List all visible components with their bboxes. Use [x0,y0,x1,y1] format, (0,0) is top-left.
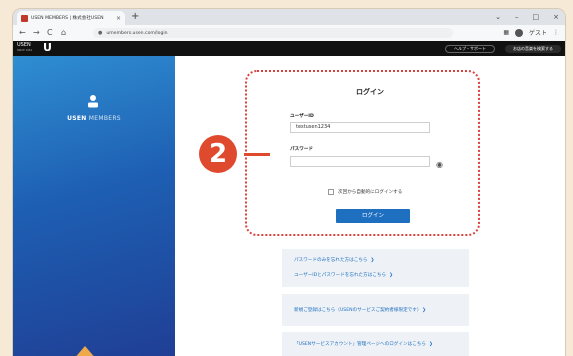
arrow-decoration-icon [73,346,97,356]
address-bar-row: ← → C ⌂ ● umembers.usen.com/login ▦ ゲスト … [13,25,565,42]
register-link[interactable]: 新規ご登録はこちら（USENのサービスご契約者様限定です） ❯ [294,307,426,313]
forgot-password-link[interactable]: パスワードのみを忘れた方はこちら ❯ [294,257,374,263]
brand-bold: USEN [67,115,87,122]
maximize-button[interactable]: □ [533,10,540,24]
profile-label[interactable]: ゲスト [529,28,547,37]
page-title: ログイン [356,88,384,96]
tab-title: USEN MEMBERS | 株式会社USEN [31,16,104,21]
forward-arrow-icon[interactable]: → [33,27,40,39]
home-icon[interactable]: ⌂ [61,27,66,39]
browser-tab[interactable]: USEN MEMBERS | 株式会社USEN × [17,11,125,25]
recovery-links-box [282,249,469,287]
new-tab-button[interactable]: + [131,10,139,24]
userid-label: ユーザーID [290,114,314,119]
chevron-right-icon: ❯ [428,342,433,347]
profile-avatar-icon[interactable] [514,28,523,37]
chevron-right-icon: ❯ [422,308,427,313]
music-search-button[interactable]: お店の音楽を検索する [505,45,561,53]
help-support-button[interactable]: ヘルプ・サポート [445,45,495,53]
usen-logo[interactable]: USEN SINCE 1961 [17,43,32,53]
window-controls: ⌄ – □ × [495,10,559,24]
left-brand-panel: USEN MEMBERS [13,56,175,356]
show-password-eye-icon[interactable]: ◉ [436,160,443,169]
forgot-password-text: パスワードのみを忘れた方はこちら [294,258,368,263]
login-button[interactable]: ログイン [336,209,410,223]
password-field[interactable] [290,156,430,167]
tab-strip: USEN MEMBERS | 株式会社USEN × + ⌄ – □ × [13,9,565,25]
url-input[interactable]: ● umembers.usen.com/login [93,28,453,38]
toolbar-right: ▦ ゲスト ⋮ [503,28,559,37]
u-logo-icon[interactable]: U [43,42,52,54]
menu-kebab-icon[interactable]: ⋮ [553,29,559,36]
tab-close-icon[interactable]: × [116,15,121,22]
back-arrow-icon[interactable]: ← [19,27,26,39]
forgot-both-text: ユーザーIDとパスワードを忘れた方はこちら [294,273,387,278]
register-text: 新規ご登録はこちら（USENのサービスご契約者様限定です） [294,308,420,313]
chevron-right-icon: ❯ [370,258,375,263]
callout-connector [244,153,270,156]
reload-icon[interactable]: C [47,27,53,39]
service-account-text: 「USENサービスアカウント」管理ページへのログインはこちら [294,342,426,347]
members-brand-text: USEN MEMBERS [13,115,175,122]
brand-sub: SINCE 1961 [17,49,33,52]
remember-label[interactable]: 次回から自動的にログインする [338,189,402,195]
url-text: umembers.usen.com/login [106,30,168,36]
brand-light: MEMBERS [86,115,121,122]
password-label: パスワード [290,147,313,152]
close-window-button[interactable]: × [553,10,559,24]
remember-checkbox[interactable] [328,189,334,195]
extension-icon[interactable]: ▦ [503,29,509,36]
person-icon [88,95,98,108]
usen-favicon-icon [21,14,28,22]
forgot-both-link[interactable]: ユーザーIDとパスワードを忘れた方はこちら ❯ [294,272,393,278]
site-header: USEN SINCE 1961 U ヘルプ・サポート お店の音楽を検索する [13,41,565,56]
minimize-button[interactable]: – [515,10,519,24]
tab-search-icon[interactable]: ⌄ [495,10,501,24]
userid-field[interactable]: testusen1234 [290,122,430,133]
step-callout-badge: 2 [199,135,237,173]
chevron-right-icon: ❯ [389,273,393,278]
lock-icon: ● [98,30,103,36]
service-account-link[interactable]: 「USENサービスアカウント」管理ページへのログインはこちら ❯ [294,341,433,347]
